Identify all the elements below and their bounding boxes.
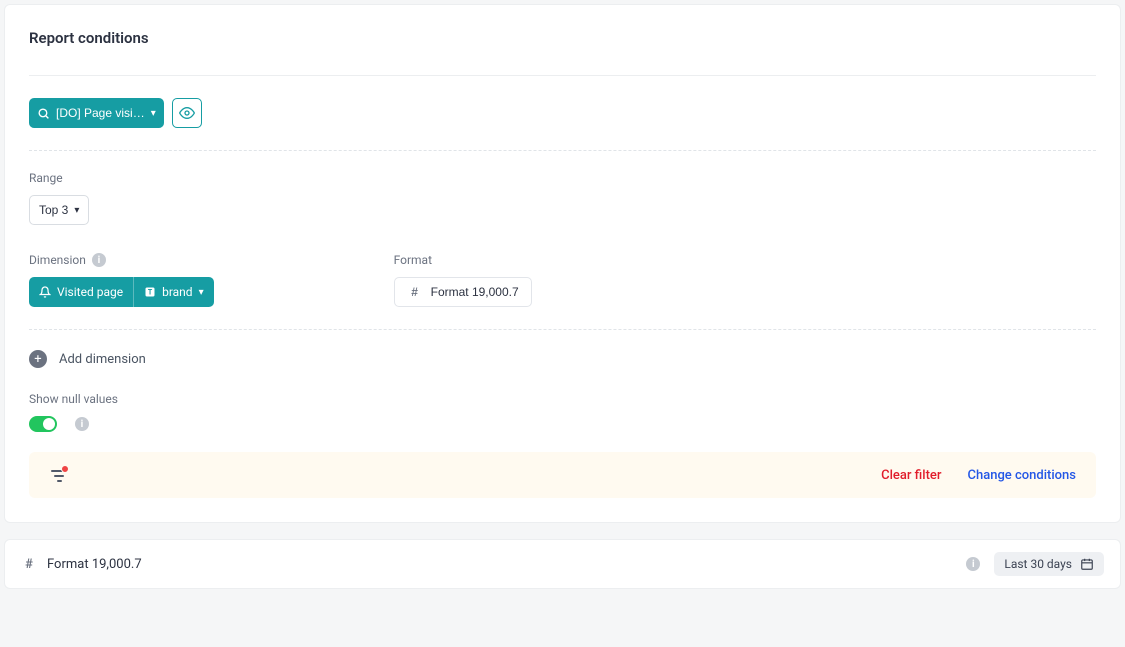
add-dimension-label: Add dimension: [59, 352, 146, 367]
show-null-toggle[interactable]: [29, 416, 57, 432]
bell-icon: [39, 286, 51, 298]
divider-dashed: [29, 150, 1096, 151]
dimension-format-row: Dimension i Visited page T brand ▾ Forma…: [29, 253, 1096, 307]
filter-active-dot: [61, 465, 69, 473]
show-null-label: Show null values: [29, 392, 1096, 406]
add-dimension-button[interactable]: + Add dimension: [29, 350, 1096, 368]
date-range-chip[interactable]: Last 30 days: [994, 552, 1104, 576]
hash-icon: #: [407, 285, 423, 299]
preview-button[interactable]: [172, 98, 202, 128]
footer-bar: # Format 19,000.7 i Last 30 days: [4, 539, 1121, 589]
format-label: Format: [394, 253, 532, 267]
eye-icon: [179, 105, 195, 121]
type-icon: T: [144, 286, 156, 298]
info-icon[interactable]: i: [92, 253, 106, 267]
footer-format: # Format 19,000.7: [21, 557, 142, 572]
range-select[interactable]: Top 3 ▾: [29, 195, 89, 225]
divider-dashed: [29, 329, 1096, 330]
info-icon[interactable]: i: [75, 417, 89, 431]
divider: [29, 75, 1096, 76]
format-value: Format 19,000.7: [431, 285, 519, 299]
show-null-row: i: [29, 416, 1096, 432]
event-row: [DO] Page visi… ▾: [29, 98, 1096, 128]
search-icon: [37, 107, 50, 120]
range-label: Range: [29, 171, 1096, 185]
panel-title: Report conditions: [29, 29, 1096, 47]
chevron-down-icon: ▾: [151, 108, 156, 119]
range-block: Range Top 3 ▾: [29, 171, 1096, 225]
clear-filter-link[interactable]: Clear filter: [881, 468, 941, 483]
filter-bar: Clear filter Change conditions: [29, 452, 1096, 498]
info-icon[interactable]: i: [966, 557, 980, 571]
dimension-chip-secondary[interactable]: T brand ▾: [134, 277, 214, 307]
dimension-chip[interactable]: Visited page T brand ▾: [29, 277, 214, 307]
range-value: Top 3: [39, 203, 68, 217]
chevron-down-icon: ▾: [199, 287, 204, 298]
hash-icon: #: [21, 557, 37, 572]
report-conditions-panel: Report conditions [DO] Page visi… ▾ Rang…: [4, 4, 1121, 523]
footer-format-text: Format 19,000.7: [47, 557, 142, 572]
change-conditions-link[interactable]: Change conditions: [967, 468, 1076, 483]
calendar-icon: [1080, 557, 1094, 571]
event-dropdown[interactable]: [DO] Page visi… ▾: [29, 98, 164, 128]
format-block: Format # Format 19,000.7: [394, 253, 532, 307]
event-label: [DO] Page visi…: [56, 106, 145, 120]
chevron-down-icon: ▾: [74, 205, 79, 216]
svg-text:T: T: [148, 289, 153, 297]
plus-icon: +: [29, 350, 47, 368]
dimension-chip-primary: Visited page: [29, 277, 134, 307]
dimension-block: Dimension i Visited page T brand ▾: [29, 253, 214, 307]
filter-icon[interactable]: [49, 466, 69, 484]
date-range-text: Last 30 days: [1004, 557, 1072, 571]
format-select[interactable]: # Format 19,000.7: [394, 277, 532, 307]
dimension-label: Dimension i: [29, 253, 214, 267]
